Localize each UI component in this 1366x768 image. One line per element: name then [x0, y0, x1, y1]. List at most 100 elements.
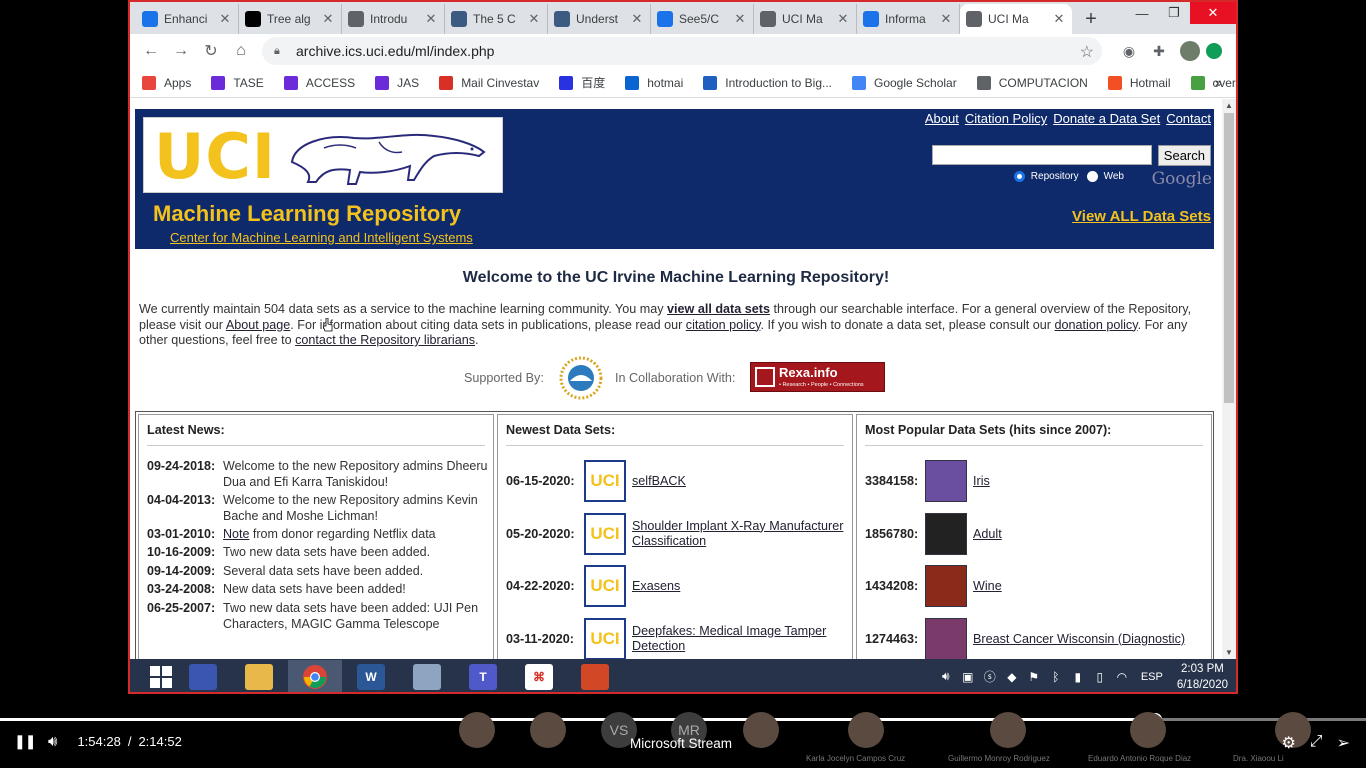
- donate-link[interactable]: Donate a Data Set: [1053, 111, 1160, 126]
- browser-tab[interactable]: Tree alg ✕: [239, 4, 342, 34]
- scroll-thumb[interactable]: [1224, 113, 1234, 403]
- browser-tab[interactable]: See5/C ✕: [651, 4, 754, 34]
- extension-green-icon[interactable]: [1206, 43, 1222, 59]
- view-all-link[interactable]: view all data sets: [667, 302, 770, 316]
- close-tab-icon[interactable]: ✕: [836, 11, 850, 27]
- taskbar-word[interactable]: W: [344, 660, 398, 692]
- search-button[interactable]: Search: [1157, 145, 1211, 166]
- radio-web[interactable]: [1086, 171, 1098, 182]
- taskbar-calculator[interactable]: [400, 660, 454, 692]
- search-input[interactable]: [931, 145, 1152, 165]
- uci-thumbnail-icon[interactable]: UCI: [584, 617, 626, 659]
- bookmark-item[interactable]: Introduction to Big...: [703, 75, 832, 90]
- radio-repository[interactable]: [1013, 171, 1025, 182]
- bookmark-item[interactable]: Hotmail: [1107, 75, 1171, 90]
- bookmark-item[interactable]: Apps: [142, 75, 191, 90]
- uci-logo[interactable]: UCI: [143, 117, 503, 193]
- bookmark-star-icon[interactable]: ☆: [1080, 42, 1094, 62]
- close-tab-icon[interactable]: ✕: [733, 11, 747, 27]
- about-page-link[interactable]: About page: [226, 318, 290, 332]
- bookmark-item[interactable]: Mail Cinvestav: [439, 75, 539, 90]
- cml-link[interactable]: Center for Machine Learning and Intellig…: [170, 230, 473, 245]
- close-tab-icon[interactable]: ✕: [630, 11, 644, 27]
- about-link[interactable]: About: [925, 111, 959, 126]
- browser-tab[interactable]: UCI Ma ✕: [960, 4, 1072, 34]
- dataset-link[interactable]: Wine: [973, 579, 1193, 595]
- dataset-thumbnail-icon[interactable]: [925, 460, 967, 502]
- battery-icon[interactable]: ▯: [1091, 670, 1109, 684]
- dataset-link[interactable]: selfBACK: [632, 474, 852, 490]
- uci-thumbnail-icon[interactable]: UCI: [584, 512, 626, 555]
- extensions-puzzle-icon[interactable]: ✚: [1144, 43, 1174, 60]
- dataset-thumbnail-icon[interactable]: [925, 617, 967, 659]
- taskbar-chrome[interactable]: [288, 660, 342, 692]
- rexa-logo[interactable]: Rexa.info • Research • People • Connecti…: [750, 362, 885, 392]
- close-window-button[interactable]: ✕: [1190, 2, 1236, 24]
- bookmarks-overflow[interactable]: »: [1215, 75, 1222, 90]
- close-tab-icon[interactable]: ✕: [424, 11, 438, 27]
- theater-mode-icon[interactable]: ⤢: [1310, 733, 1323, 753]
- browser-tab[interactable]: Underst ✕: [548, 4, 651, 34]
- bookmark-item[interactable]: TASE: [211, 75, 264, 90]
- bookmark-item[interactable]: Google Scholar: [852, 75, 957, 90]
- back-icon[interactable]: ←: [136, 42, 166, 60]
- bookmark-item[interactable]: ACCESS: [283, 75, 355, 90]
- browser-tab[interactable]: Informa ✕: [857, 4, 960, 34]
- home-icon[interactable]: ⌂: [226, 42, 256, 60]
- bookmark-item[interactable]: JAS: [375, 75, 419, 90]
- browser-tab[interactable]: Introdu ✕: [342, 4, 445, 34]
- donation-policy-link[interactable]: donation policy: [1055, 318, 1138, 332]
- close-tab-icon[interactable]: ✕: [321, 11, 335, 27]
- scroll-up-icon[interactable]: ▲: [1222, 101, 1236, 110]
- close-tab-icon[interactable]: ✕: [527, 11, 541, 27]
- dataset-link[interactable]: Exasens: [632, 579, 852, 595]
- minimize-button[interactable]: —: [1126, 2, 1158, 24]
- teams-tray-icon[interactable]: ▣: [959, 670, 977, 684]
- dataset-link[interactable]: Breast Cancer Wisconsin (Diagnostic): [973, 632, 1193, 648]
- bookmark-item[interactable]: hotmai: [625, 75, 683, 90]
- view-all-datasets-link[interactable]: View ALL Data Sets: [1072, 208, 1211, 225]
- browser-tab[interactable]: UCI Ma ✕: [754, 4, 857, 34]
- uci-thumbnail-icon[interactable]: UCI: [584, 565, 626, 607]
- taskbar-remote-desktop[interactable]: [176, 660, 230, 692]
- nsf-logo-icon[interactable]: [558, 355, 604, 401]
- flag-icon[interactable]: ⚑: [1025, 670, 1043, 684]
- share-icon[interactable]: ➢: [1337, 733, 1350, 753]
- volume-icon[interactable]: 🔊︎: [48, 733, 57, 750]
- scroll-down-icon[interactable]: ▼: [1222, 648, 1236, 657]
- browser-tab[interactable]: The 5 C ✕: [445, 4, 548, 34]
- dataset-link[interactable]: Adult: [973, 527, 1193, 543]
- uci-thumbnail-icon[interactable]: UCI: [584, 460, 626, 502]
- taskbar-file-explorer[interactable]: [232, 660, 286, 692]
- dataset-thumbnail-icon[interactable]: [925, 565, 967, 607]
- contact-librarians-link[interactable]: contact the Repository librarians: [295, 333, 475, 347]
- profile-avatar[interactable]: [1180, 41, 1200, 61]
- dataset-link[interactable]: Deepfakes: Medical Image Tamper Detectio…: [632, 624, 852, 655]
- contact-link[interactable]: Contact: [1166, 111, 1211, 126]
- close-tab-icon[interactable]: ✕: [218, 11, 232, 27]
- wifi-icon[interactable]: ◠: [1113, 670, 1131, 684]
- dataset-thumbnail-icon[interactable]: [925, 512, 967, 555]
- page-scrollbar[interactable]: ▲ ▼: [1222, 99, 1236, 659]
- new-tab-button[interactable]: +: [1078, 4, 1104, 34]
- maximize-button[interactable]: ❐: [1158, 2, 1190, 24]
- extension-circle-icon[interactable]: ◉: [1114, 43, 1144, 60]
- taskbar-acrobat[interactable]: ⌘: [512, 660, 566, 692]
- settings-gear-icon[interactable]: ⚙: [1281, 733, 1295, 753]
- skype-icon[interactable]: ⓢ: [981, 668, 999, 685]
- close-tab-icon[interactable]: ✕: [939, 11, 953, 27]
- taskbar-teams[interactable]: T: [456, 660, 510, 692]
- citation-link[interactable]: citation policy: [686, 318, 761, 332]
- news-link[interactable]: Note: [223, 527, 249, 541]
- citation-policy-link[interactable]: Citation Policy: [965, 111, 1047, 126]
- forward-icon[interactable]: →: [166, 42, 196, 60]
- browser-tab[interactable]: Enhanci ✕: [136, 4, 239, 34]
- taskbar-powerpoint[interactable]: [568, 660, 622, 692]
- pause-icon[interactable]: ❚❚: [14, 733, 36, 750]
- dataset-link[interactable]: Shoulder Implant X-Ray Manufacturer Clas…: [632, 519, 852, 550]
- dropbox-icon[interactable]: ◆: [1003, 670, 1021, 684]
- address-bar[interactable]: 🔒︎ archive.ics.uci.edu/ml/index.php ☆: [262, 37, 1102, 65]
- network-icon[interactable]: ▮: [1069, 670, 1087, 684]
- dataset-link[interactable]: Iris: [973, 474, 1193, 490]
- bluetooth-icon[interactable]: ᛒ: [1047, 670, 1065, 684]
